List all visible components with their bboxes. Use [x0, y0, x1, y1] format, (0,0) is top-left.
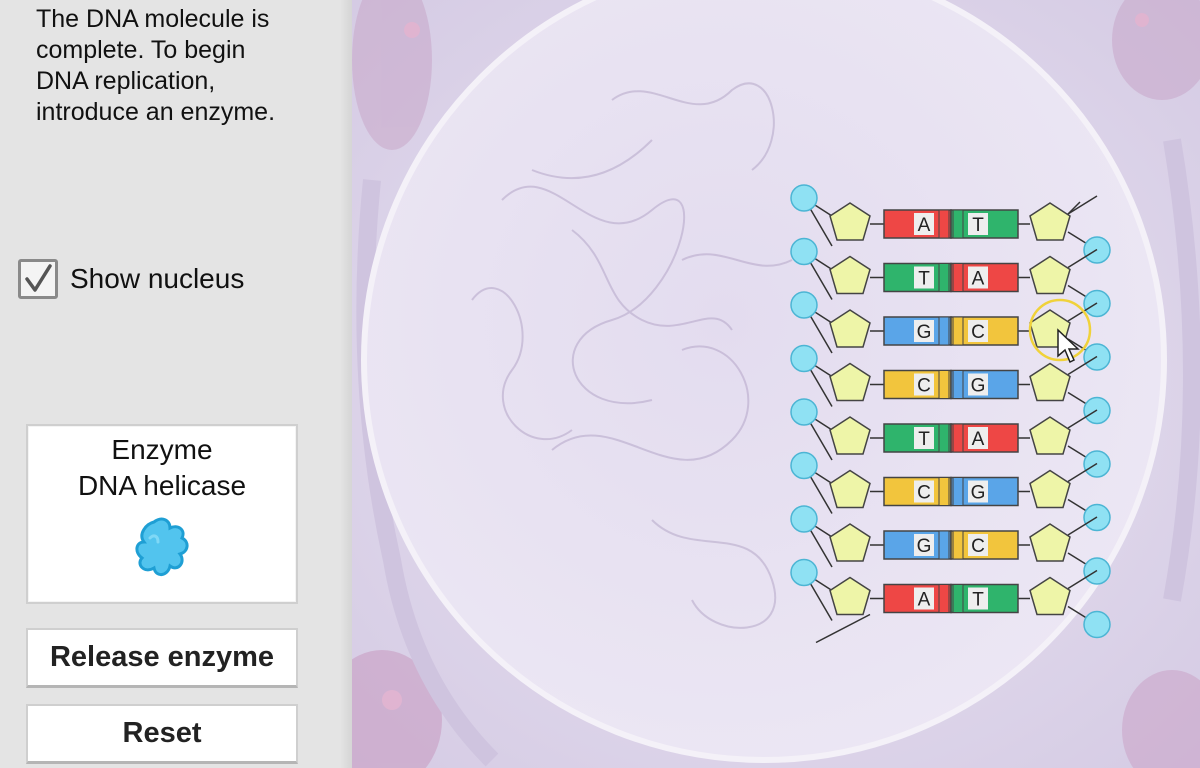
- show-nucleus-label: Show nucleus: [70, 263, 245, 294]
- base-letter-right: T: [972, 590, 984, 611]
- base-letter-left: A: [918, 215, 931, 236]
- base-notch: [938, 477, 950, 506]
- show-nucleus-toggle[interactable]: Show nucleus: [18, 256, 244, 302]
- base-letter-right: A: [972, 429, 985, 450]
- instructions-line: introduce an enzyme.: [36, 98, 276, 126]
- base-notch: [938, 263, 950, 292]
- base-letter-right: G: [971, 376, 986, 397]
- base-notch: [952, 316, 964, 346]
- base-notch: [938, 530, 950, 560]
- enzyme-card-title: Enzyme: [111, 434, 213, 465]
- phosphate-left: [790, 291, 818, 319]
- base-notch: [952, 477, 964, 506]
- base-letter-right: G: [971, 483, 986, 504]
- release-enzyme-button[interactable]: Release enzyme: [26, 628, 298, 688]
- enzyme-card-name: DNA helicase: [77, 470, 247, 501]
- phosphate-right: [1083, 610, 1111, 639]
- instructions-line: complete. To begin: [36, 36, 246, 64]
- phosphate-left: [790, 558, 818, 587]
- base-letter-right: C: [971, 536, 985, 557]
- phosphate-left: [790, 505, 818, 533]
- base-notch: [952, 423, 964, 453]
- phosphate-left: [790, 398, 818, 426]
- instructions-line: The DNA molecule is: [36, 5, 270, 33]
- base-notch: [952, 530, 964, 560]
- base-letter-left: G: [917, 322, 932, 343]
- cell-nucleus-scene: A T T A G C C G T A C G G C A T: [352, 0, 1200, 768]
- base-letter-right: A: [972, 269, 985, 290]
- base-letter-left: C: [917, 483, 931, 504]
- base-notch: [952, 263, 964, 292]
- base-notch: [938, 370, 950, 399]
- base-letter-left: C: [917, 376, 931, 397]
- helicase-blob-icon[interactable]: [132, 516, 192, 582]
- checkmark-icon: [25, 264, 52, 292]
- phosphate-left: [790, 184, 818, 212]
- base-letter-left: A: [918, 590, 931, 611]
- reset-button[interactable]: Reset: [26, 704, 298, 764]
- base-letter-left: T: [918, 429, 930, 450]
- phosphate-left: [790, 237, 818, 266]
- base-notch: [952, 209, 964, 239]
- base-notch: [938, 584, 950, 613]
- base-notch: [938, 209, 950, 239]
- base-letter-right: C: [971, 322, 985, 343]
- base-notch: [952, 584, 964, 613]
- instructions-line: DNA replication,: [36, 67, 216, 95]
- phosphate-left: [790, 344, 818, 373]
- phosphate-left: [790, 451, 818, 480]
- base-notch: [938, 423, 950, 453]
- base-letter-left: T: [918, 269, 930, 290]
- control-panel: The DNA molecule is complete. To begin D…: [0, 0, 352, 768]
- base-letter-left: G: [917, 536, 932, 557]
- show-nucleus-checkbox[interactable]: [18, 259, 58, 299]
- base-letter-right: T: [972, 215, 984, 236]
- base-notch: [938, 316, 950, 346]
- instructions-text: The DNA molecule is complete. To begin D…: [36, 4, 326, 128]
- enzyme-dna-helicase-card[interactable]: Enzyme DNA helicase: [26, 424, 298, 604]
- base-notch: [952, 370, 964, 399]
